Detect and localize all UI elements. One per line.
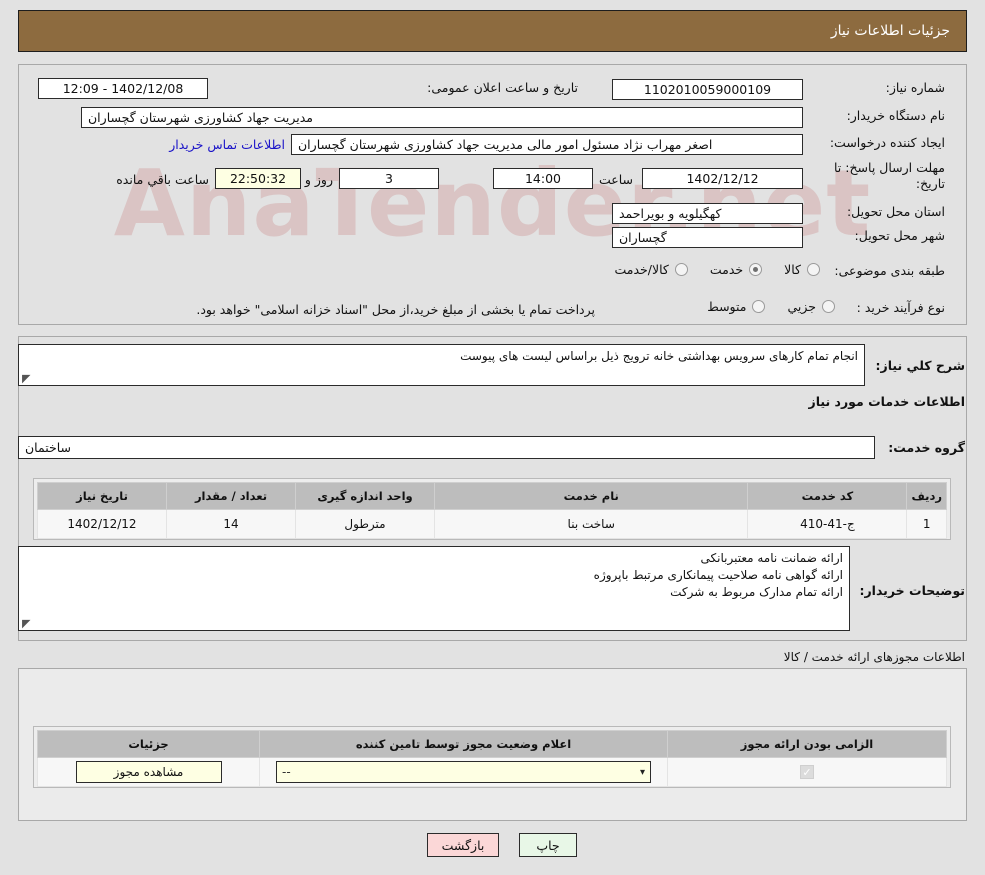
deadline-date-value[interactable]: 1402/12/12 [642,168,803,189]
purchase-process-option-1: متوسط [707,299,747,314]
service-group-value[interactable]: ساختمان [18,436,875,459]
chevron-down-icon: ▾ [639,766,645,778]
services-section-title: اطلاعات خدمات مورد نیاز [808,394,966,409]
buyer-org-value[interactable]: مدیریت جهاد کشاورزی شهرستان گچساران [81,107,803,128]
category-radio-kala-khedmat[interactable] [674,263,688,276]
need-info-panel [18,64,967,325]
services-cell-qty: 14 [166,509,296,539]
purchase-process-note: پرداخت تمام یا بخشی از مبلغ خرید،از محل … [196,302,595,317]
resize-grip-icon[interactable]: ◥ [22,372,32,385]
permits-section-title: اطلاعات مجوزهای ارائه خدمت / کالا [783,650,965,664]
general-need-value: انجام تمام کارهای سرویس بهداشتی خانه ترو… [460,349,858,363]
purchase-process-option-0: جزیي [787,299,816,314]
services-cell-radif: 1 [906,509,947,539]
services-table-header-row: ردیف کد خدمت نام خدمت واحد اندازه گیری ت… [37,482,947,510]
need-number-value[interactable]: 1102010059000109 [612,79,803,100]
deadline-days-label: روز و [304,172,333,187]
purchase-process-radio-jozi[interactable] [822,300,835,313]
category-radio-khedmat[interactable] [749,263,763,276]
city-value[interactable]: گچساران [612,227,803,248]
buyer-notes-line-1: ارائه گواهی نامه صلاحیت پیمانکاری مرتبط … [593,568,843,582]
services-cell-code: ج-41-410 [747,509,908,539]
services-cell-unit: مترطول [295,509,435,539]
permits-cell-required: ✓ [667,757,947,787]
permits-col-required: الزامی بودن ارائه مجوز [667,730,947,758]
resize-grip-icon[interactable]: ◥ [22,617,32,630]
category-option-1: خدمت [709,262,744,277]
deadline-countdown-value: 22:50:32 [215,168,301,189]
purchase-process-radio-motavaset[interactable] [752,300,766,313]
province-value[interactable]: کهگیلویه و بویراحمد [612,203,803,224]
page-root: AnaTender.net جزئیات اطلاعات نیاز شماره … [0,0,985,875]
request-creator-value[interactable]: اصغر مهراب نژاد مسئول امور مالی مدیریت ج… [291,134,803,155]
page-title: جزئیات اطلاعات نیاز [830,23,950,39]
buyer-notes-line-0: ارائه ضمانت نامه معتبربانکی [700,551,844,565]
services-table: ردیف کد خدمت نام خدمت واحد اندازه گیری ت… [37,482,947,539]
permits-cell-status: ▾ -- [259,757,668,787]
category-option-0: کالا [784,262,801,277]
services-col-code: کد خدمت [747,482,908,510]
permits-col-details: جزئیات [37,730,260,758]
general-need-label: شرح کلي نیاز: [875,358,965,373]
deadline-time-label: ساعت [598,172,633,187]
view-permit-button[interactable]: مشاهده مجوز [75,761,222,783]
services-col-unit: واحد اندازه گیری [295,482,435,510]
permits-table-wrapper: الزامی بودن ارائه مجوز اعلام وضعیت مجوز … [33,726,951,788]
permits-col-status: اعلام وضعیت مجوز توسط تامین کننده [259,730,668,758]
services-cell-name: ساخت بنا [433,509,749,539]
category-option-2: کالا/خدمت [614,262,669,277]
permits-table: الزامی بودن ارائه مجوز اعلام وضعیت مجوز … [37,730,947,787]
services-cell-date: 1402/12/12 [37,509,167,539]
buyer-notes-textarea[interactable]: ارائه ضمانت نامه معتبربانکی ارائه گواهی … [18,546,850,631]
deadline-days-value[interactable]: 3 [339,168,439,189]
buyer-notes-label: توضیحات خریدار: [859,583,965,598]
purchase-process-radio-group[interactable]: جزیي متوسط [691,299,835,314]
back-button[interactable]: بازگشت [427,833,499,857]
table-row[interactable]: ✓ ▾ -- مشاهده مجوز [37,757,947,787]
services-col-radif: ردیف [906,482,947,510]
permit-status-value: -- [282,765,291,779]
general-need-textarea[interactable]: انجام تمام کارهای سرویس بهداشتی خانه ترو… [18,344,865,386]
table-row[interactable]: 1 ج-41-410 ساخت بنا مترطول 14 1402/12/12 [37,509,947,539]
services-col-name: نام خدمت [433,482,749,510]
service-group-label: گروه خدمت: [888,440,965,455]
services-table-wrapper: ردیف کد خدمت نام خدمت واحد اندازه گیری ت… [33,478,951,540]
services-col-qty: تعداد / مقدار [166,482,296,510]
permits-cell-details: مشاهده مجوز [37,757,260,787]
permits-table-header-row: الزامی بودن ارائه مجوز اعلام وضعیت مجوز … [37,730,947,758]
buyer-notes-line-2: ارائه تمام مدارک مربوط به شرکت [670,585,843,599]
deadline-time-value[interactable]: 14:00 [493,168,593,189]
category-radio-kala[interactable] [807,263,820,276]
services-col-date: تاریخ نیاز [37,482,167,510]
deadline-countdown-label: ساعت باقي مانده [116,172,209,187]
permit-status-select[interactable]: ▾ -- [276,761,651,783]
permit-required-checkbox: ✓ [800,765,814,780]
page-header: جزئیات اطلاعات نیاز [18,10,967,52]
print-button[interactable]: چاپ [519,833,577,857]
category-radio-group[interactable]: کالا خدمت کالا/خدمت [598,262,820,277]
buyer-contact-link[interactable]: اطلاعات تماس خریدار [169,137,285,152]
public-announce-value[interactable]: 1402/12/08 - 12:09 [38,78,208,99]
